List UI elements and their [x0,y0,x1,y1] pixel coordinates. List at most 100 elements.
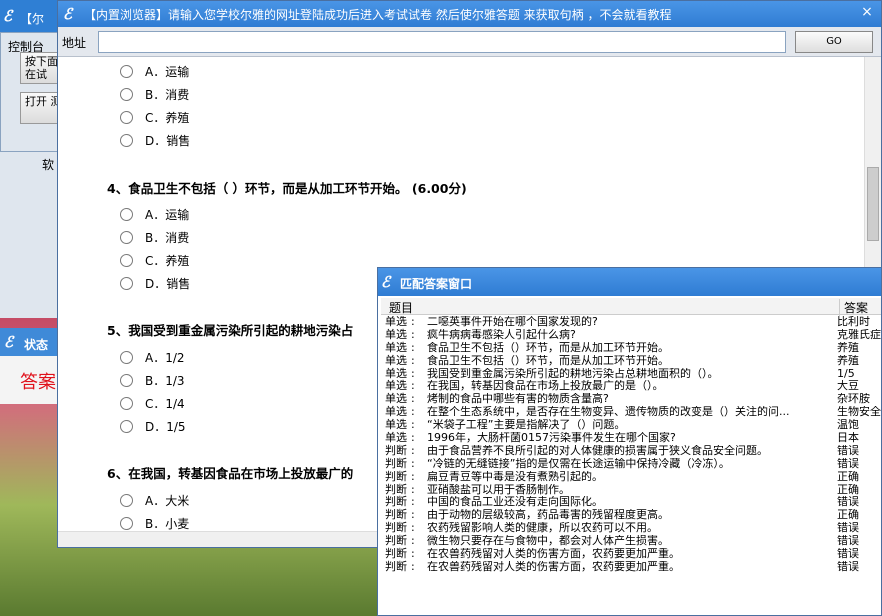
radio-icon[interactable] [120,397,133,410]
row-answer: 错误 [837,535,859,548]
row-question: 在我国，转基因食品在市场上投放最广的是（）。 [427,380,664,393]
q5-option-a[interactable]: A．1/2 [120,349,185,369]
row-type: 判断 [385,456,407,470]
row-answer: 错误 [837,548,859,561]
row-answer: 养殖 [837,354,859,367]
table-row[interactable]: 判断: “冷链的无缝链接”指的是仅需在长途运输中保持冷藏（冷冻）。 错误 [381,456,881,471]
row-question: 由于食品营养不良所引起的对人体健康的损害属于狭义食品安全问题。 [427,444,768,457]
radio-icon[interactable] [120,420,133,433]
q4-title: 4、食品卫生不包括（ ）环节，而是从加工环节开始。 (6.00分) [107,181,467,196]
answer-window: ℰ 匹配答案窗口 题目 答案 单选: 二噁英事件开始在哪个国家发现的? 比利时 单选:… [377,267,882,616]
q5-title: 5、我国受到重金属污染所引起的耕地污染占 [107,323,354,338]
radio-icon[interactable] [120,277,133,290]
row-answer: 正确 [837,483,859,496]
row-separator: : [411,353,415,367]
table-row[interactable]: 单选: 食品卫生不包括（）环节，而是从加工环节开始。 养殖 [381,353,881,368]
row-question: 在整个生态系统中，是否存在生物变异、遗传物质的改变是（）关注的问... [427,406,790,419]
answer-table-header: 题目 答案 [381,298,881,316]
table-row[interactable]: 判断: 由于动物的层级较高，药品毒害的残留程度更高。 正确 [381,508,881,522]
q6-title: 6、在我国，转基因食品在市场上投放最广的 [107,466,354,481]
row-question: 亚硝酸盐可以用于香肠制作。 [427,483,570,496]
browser-logo-icon: ℰ [63,5,73,23]
row-separator: : [411,340,415,354]
row-question: 食品卫生不包括（）环节，而是从加工环节开始。 [427,354,669,367]
q5-option-c[interactable]: C．1/4 [120,395,185,415]
row-answer: 克雅氏症 [837,328,881,341]
q3-option-a[interactable]: A．运输 [120,63,189,83]
browser-title: 【内置浏览器】请输入您学校尔雅的网址登陆成功后进入考试试卷 然后使尔雅答题 来获… [84,8,672,22]
row-separator: : [411,456,415,470]
radio-icon[interactable] [120,254,133,267]
row-type: 判断 [385,469,407,483]
table-row[interactable]: 单选: 疯牛病病毒感染人引起什么病? 克雅氏症 [381,327,881,342]
table-row[interactable]: 单选: “米袋子工程”主要是指解决了（）问题。 温饱 [381,418,881,432]
q3-option-c[interactable]: C．养殖 [120,109,189,129]
radio-icon[interactable] [120,134,133,147]
radio-icon[interactable] [120,208,133,221]
go-button[interactable]: GO [795,31,873,53]
answer-logo-icon: ℰ [381,273,391,291]
app-logo-icon: ℰ [3,7,13,25]
q3-option-b[interactable]: B．消费 [120,86,189,106]
column-header-question[interactable]: 题目 [389,299,413,316]
table-row[interactable]: 单选:1996年，大肠杆菌0157污染事件发生在哪个国家? 日本 [381,431,881,445]
table-row[interactable]: 判断: 在农兽药残留对人类的伤害方面，农药要更加严重。 错误 [381,547,881,561]
row-answer: 错误 [837,444,859,457]
row-question: “冷链的无缝链接”指的是仅需在长途运输中保持冷藏（冷冻）。 [427,457,730,470]
row-type: 判断 [385,559,407,573]
row-separator: : [411,559,415,573]
row-type: 单选 [385,353,407,367]
q4-option-d[interactable]: D．销售 [120,275,190,295]
radio-icon[interactable] [120,517,133,530]
row-question: “米袋子工程”主要是指解决了（）问题。 [427,419,626,432]
row-answer: 正确 [837,470,859,483]
browser-title-bar: ℰ 【内置浏览器】请输入您学校尔雅的网址登陆成功后进入考试试卷 然后使尔雅答题 … [58,1,881,27]
software-label: 软 [42,158,55,172]
q6-option-a[interactable]: A．大米 [120,492,189,512]
row-separator: : [411,327,415,341]
radio-icon[interactable] [120,111,133,124]
radio-icon[interactable] [120,494,133,507]
q4-option-b[interactable]: B．消费 [120,229,189,249]
table-row[interactable]: 判断: 扁豆青豆等中毒是没有煮熟引起的。 正确 [381,469,881,484]
table-row[interactable]: 判断: 亚硝酸盐可以用于香肠制作。 正确 [381,483,881,497]
table-row[interactable]: 判断: 微生物只要存在与食物中，都会对人体产生损害。 错误 [381,534,881,548]
answer-table-body: 单选: 二噁英事件开始在哪个国家发现的? 比利时 单选: 疯牛病病毒感染人引起什么病? 克… [381,316,881,612]
table-row[interactable]: 单选: 二噁英事件开始在哪个国家发现的? 比利时 [381,316,881,329]
table-row[interactable]: 判断: 由于食品营养不良所引起的对人体健康的损害属于狭义食品安全问题。 错误 [381,444,881,458]
q4-option-a[interactable]: A．运输 [120,206,189,226]
column-header-answer[interactable]: 答案 [839,299,868,316]
close-icon[interactable]: × [857,4,877,20]
answer-window-title-bar: ℰ 匹配答案窗口 [378,268,881,296]
radio-icon[interactable] [120,65,133,78]
table-row[interactable]: 单选: 烤制的食品中哪些有害的物质含量高? 杂环胺 [381,392,881,406]
q3-option-d[interactable]: D．销售 [120,132,190,152]
row-separator: : [411,469,415,483]
row-question: 由于动物的层级较高，药品毒害的残留程度更高。 [427,509,669,522]
radio-icon[interactable] [120,351,133,364]
q5-option-d[interactable]: D．1/5 [120,418,186,438]
q5-option-b[interactable]: B．1/3 [120,372,185,392]
address-label: 地址 [62,36,87,50]
row-question: 我国受到重金属污染所引起的耕地污染占总耕地面积的（）。 [427,367,719,380]
q6-option-b[interactable]: B．小麦 [120,515,189,531]
radio-icon[interactable] [120,88,133,101]
radio-icon[interactable] [120,374,133,387]
watermark: JZBAR.NET [672,572,874,610]
row-answer: 正确 [837,509,859,522]
row-answer: 错误 [837,496,859,509]
row-type: 单选 [385,327,407,341]
table-row[interactable]: 判断: 农药残留影响人类的健康，所以农药可以不用。 错误 [381,521,881,535]
q4-option-c[interactable]: C．养殖 [120,252,189,272]
row-question: 中国的食品工业还没有走向国际化。 [427,496,603,509]
row-type: 单选 [385,316,407,328]
radio-icon[interactable] [120,231,133,244]
table-row[interactable]: 单选: 在我国，转基因食品在市场上投放最广的是（）。 大豆 [381,380,881,393]
table-row[interactable]: 单选: 在整个生态系统中，是否存在生物变异、遗传物质的改变是（）关注的问... 生物… [381,405,881,419]
row-answer: 比利时 [837,316,870,328]
address-input[interactable] [98,31,786,53]
table-row[interactable]: 单选: 我国受到重金属污染所引起的耕地污染占总耕地面积的（）。 1/5 [381,367,881,381]
table-row[interactable]: 判断: 中国的食品工业还没有走向国际化。 错误 [381,496,881,509]
table-row[interactable]: 单选: 食品卫生不包括（）环节，而是从加工环节开始。 养殖 [381,340,881,355]
scroll-thumb[interactable] [867,167,879,241]
